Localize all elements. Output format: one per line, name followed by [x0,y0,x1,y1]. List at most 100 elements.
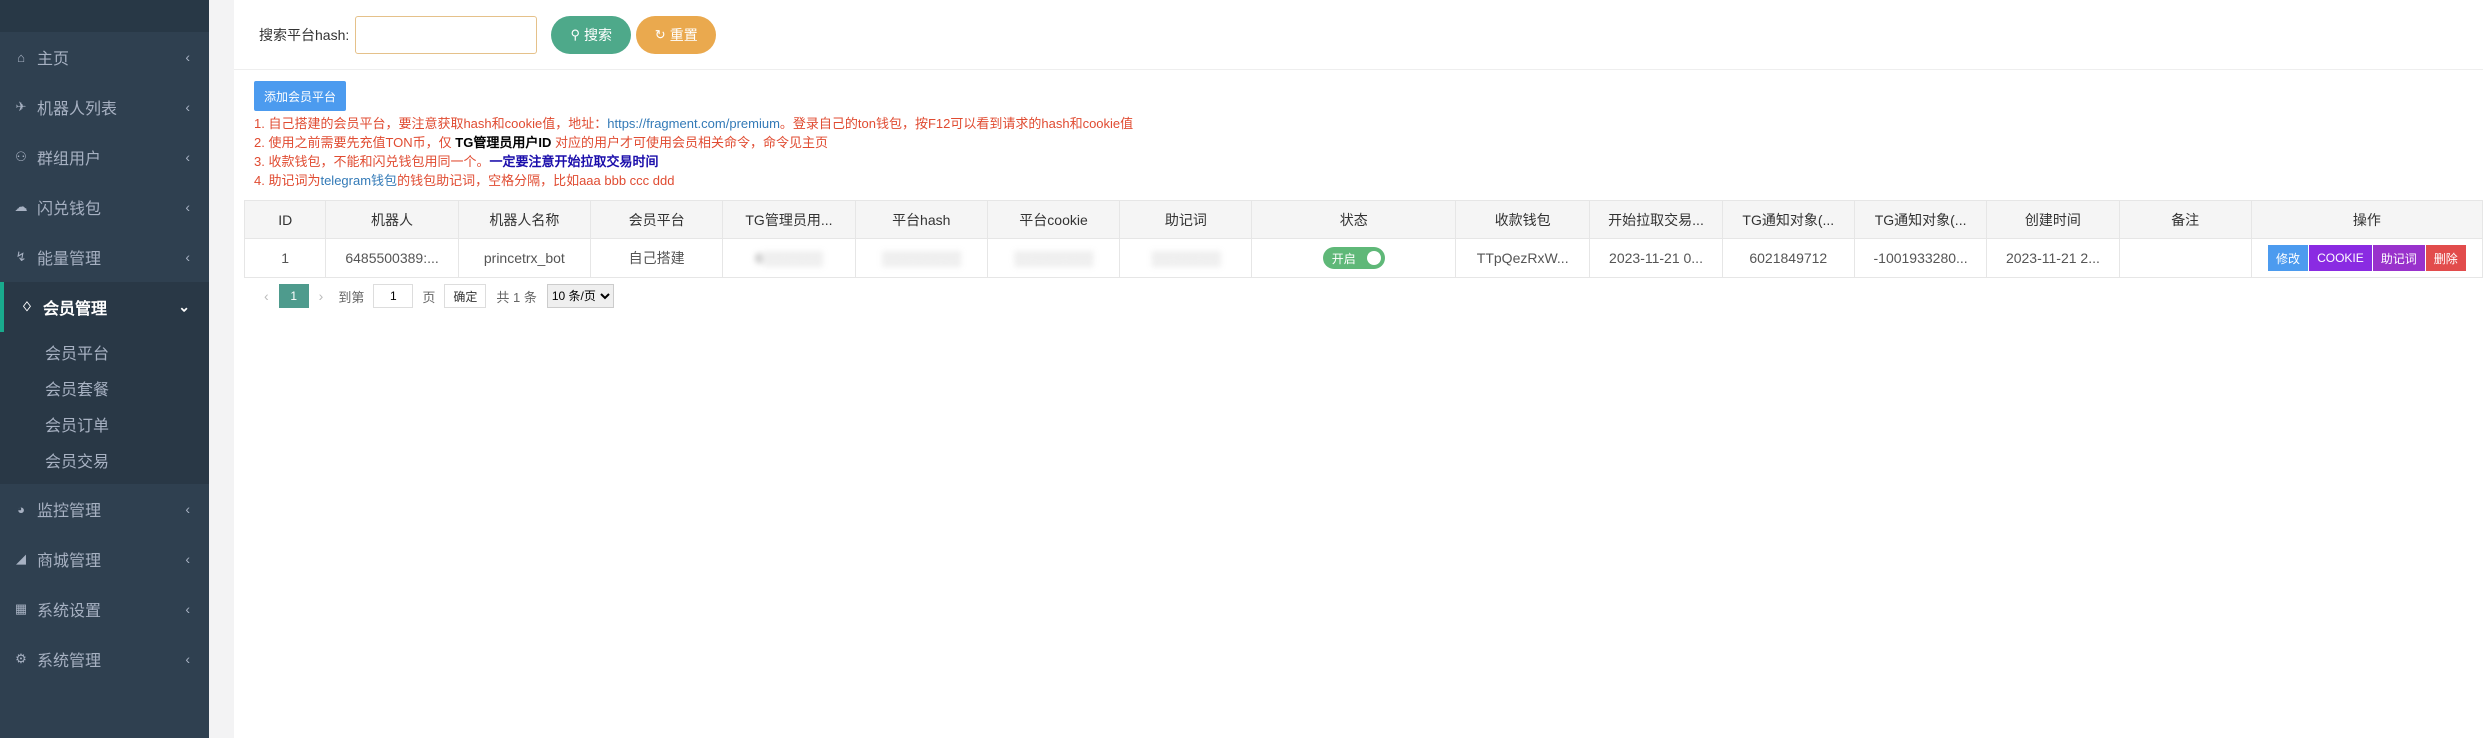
column-header[interactable]: TG管理员用... [722,200,856,239]
sidebar: ⌂ 主页 ‹ ✈ 机器人列表 ‹ ⚇ 群组用户 ‹ ☁ 闪兑钱包 ‹ ↯ 能量管… [0,0,209,738]
cell-hash: ░░░░░░░░ [854,238,988,278]
next-page-icon[interactable]: › [319,288,324,304]
home-icon: ⌂ [17,49,25,65]
sidebar-item-flash-wallet[interactable]: ☁ 闪兑钱包 ‹ [0,182,209,232]
sidebar-item-energy[interactable]: ↯ 能量管理 ‹ [0,232,209,282]
sidebar-subitem-platform[interactable]: 会员平台 [0,334,209,370]
search-button[interactable]: ⚲ 搜索 [551,15,632,54]
goto-page-input[interactable] [373,284,414,308]
column-header[interactable]: 备注 [2118,200,2252,239]
cloud-icon: ☁ [14,199,28,214]
page-size-select[interactable]: 10 条/页 [546,284,614,308]
toggle-knob [1366,251,1381,265]
chevron-left-icon: ‹ [185,601,190,617]
note-text: 1. 自己搭建的会员平台，要注意获取hash和cookie值，地址： [254,116,608,131]
refresh-icon: ↻ [654,26,666,42]
page-unit-label: 页 [422,289,436,305]
sidebar-item-settings[interactable]: ▦ 系统设置 ‹ [0,584,209,634]
goto-label: 到第 [338,289,365,305]
column-header[interactable]: 平台cookie [986,200,1121,239]
note-text: 4. 助记词为 [254,173,321,188]
sidebar-item-shop[interactable]: ◢ 商城管理 ‹ [0,534,209,584]
fragment-link[interactable]: https://fragment.com/premium [607,116,780,131]
column-header[interactable]: 状态 [1251,200,1457,239]
cart-icon: ◢ [16,551,26,566]
column-header[interactable]: 创建时间 [1986,200,2120,239]
prev-page-icon[interactable]: ‹ [264,288,269,304]
sidebar-item-group-users[interactable]: ⚇ 群组用户 ‹ [0,132,209,182]
cell-created: 2023-11-21 2... [1986,238,2120,278]
sidebar-item-home[interactable]: ⌂ 主页 ‹ [0,32,209,82]
search-icon: ⚲ [570,26,581,42]
telegram-wallet-link[interactable]: telegram钱包 [320,173,397,188]
sidebar-item-system[interactable]: ⚙ 系统管理 ‹ [0,634,209,684]
edit-button[interactable]: 修改 [2268,245,2309,271]
column-header[interactable]: TG通知对象(... [1853,200,1988,239]
search-label: 搜索平台hash: [259,26,350,43]
content-gutter [209,0,234,738]
search-hash-input[interactable] [355,15,538,54]
toolbar: 添加会员平台 [234,70,2483,111]
column-header[interactable]: 操作 [2250,200,2483,239]
column-header[interactable]: 会员平台 [589,200,724,239]
column-header[interactable]: 机器人名称 [457,200,592,239]
sidebar-subitem-order[interactable]: 会员订单 [0,406,209,442]
reset-button-label: 重置 [669,26,698,43]
chevron-left-icon: ‹ [185,249,190,265]
chevron-left-icon: ‹ [185,149,190,165]
note-1: 1. 自己搭建的会员平台，要注意获取hash和cookie值，地址：https:… [254,114,2483,133]
mnemonic-button[interactable]: 助记词 [2372,245,2425,271]
note-bold: 一定要注意开始拉取交易时间 [489,154,659,169]
reset-button[interactable]: ↻ 重置 [636,15,717,54]
bolt-icon: ↯ [15,249,27,264]
notes: 1. 自己搭建的会员平台，要注意获取hash和cookie值，地址：https:… [234,111,2483,190]
table-header-row: ID 机器人 机器人名称 会员平台 TG管理员用... 平台hash 平台coo… [243,200,2483,239]
platform-table: ID 机器人 机器人名称 会员平台 TG管理员用... 平台hash 平台coo… [243,200,2483,278]
sidebar-submenu: 会员平台 会员套餐 会员订单 会员交易 [0,332,209,484]
sidebar-subitem-package[interactable]: 会员套餐 [0,370,209,406]
table-row: 1 6485500389:... princetrx_bot 自己搭建 6░░░… [243,238,2483,278]
column-header[interactable]: 平台hash [854,200,988,239]
chevron-left-icon: ‹ [185,99,190,115]
column-header[interactable]: 机器人 [325,200,459,239]
sidebar-item-monitor[interactable]: ◕ 监控管理 ‹ [0,484,209,534]
users-icon: ⚇ [15,149,27,164]
cell-bot: 6485500389:... [325,238,459,278]
total-count: 共 1 条 [496,289,537,305]
cell-remark [2118,238,2252,278]
sidebar-item-bots[interactable]: ✈ 机器人列表 ‹ [0,82,209,132]
column-header[interactable]: ID [243,200,327,239]
chevron-down-icon: ⌄ [178,298,190,315]
cell-notify-1: 6021849712 [1721,238,1855,278]
cell-cookie: ░░░░░░░░ [986,238,1121,278]
page-number-current[interactable]: 1 [278,284,309,308]
column-header[interactable]: 助记词 [1119,200,1253,239]
status-toggle[interactable]: 开启 [1322,247,1385,269]
sidebar-item-membership[interactable]: ♢ 会员管理 ⌄ [0,282,209,332]
goto-confirm-button[interactable]: 确定 [444,284,487,308]
column-header[interactable]: 开始拉取交易... [1589,200,1723,239]
sidebar-item-label: 系统管理 [37,653,102,670]
sidebar-item-label: 闪兑钱包 [37,201,102,218]
sidebar-header [0,0,209,32]
note-text: 3. 收款钱包，不能和闪兑钱包用同一个。 [254,154,490,169]
diamond-icon: ♢ [21,299,33,314]
add-platform-button[interactable]: 添加会员平台 [254,81,347,111]
cell-actions: 修改 COOKIE 助记词 删除 [2250,238,2483,278]
cell-mnemonic: ░░░░░░░ [1119,238,1253,278]
delete-button[interactable]: 删除 [2425,245,2466,271]
column-header[interactable]: 收款钱包 [1455,200,1591,239]
pagination: ‹ 1 › 到第 页 确定 共 1 条 10 条/页 [254,284,614,308]
chevron-left-icon: ‹ [185,199,190,215]
sidebar-subitem-trade[interactable]: 会员交易 [0,442,209,478]
note-4: 4. 助记词为telegram钱包的钱包助记词，空格分隔，比如aaa bbb c… [254,171,2483,190]
plane-icon: ✈ [15,99,27,114]
note-2: 2. 使用之前需要先充值TON币，仅 TG管理员用户ID 对应的用户才可使用会员… [254,133,2483,152]
cell-platform: 自己搭建 [589,238,724,278]
note-text: 对应的用户才可使用会员相关命令，命令见主页 [551,135,828,150]
sidebar-item-label: 会员管理 [43,301,108,318]
column-header[interactable]: TG通知对象(... [1721,200,1855,239]
cookie-button[interactable]: COOKIE [2309,245,2372,271]
note-text: 的钱包助记词，空格分隔，比如aaa bbb ccc ddd [397,173,675,188]
windows-icon: ▦ [14,601,28,616]
